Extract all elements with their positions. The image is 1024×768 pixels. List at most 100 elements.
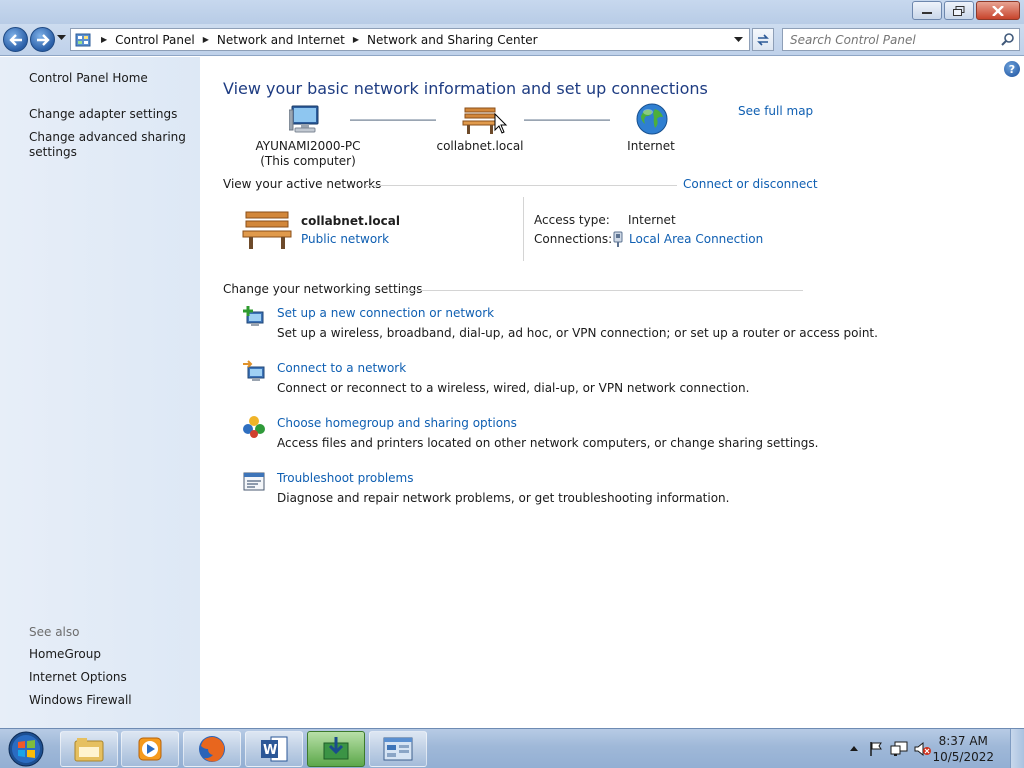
mouse-cursor-icon <box>494 113 508 134</box>
clock-time: 8:37 AM <box>938 734 988 748</box>
search-icon[interactable] <box>1001 32 1015 46</box>
network-tray-icon[interactable] <box>890 741 908 757</box>
sidebar-windows-firewall[interactable]: Windows Firewall <box>29 693 132 708</box>
back-arrow-icon <box>8 33 22 46</box>
svg-text:W: W <box>263 743 277 758</box>
back-button[interactable] <box>3 27 28 52</box>
vertical-divider <box>523 197 524 261</box>
window-controls <box>912 1 1020 20</box>
breadcrumb-separator-icon[interactable]: ▶ <box>203 35 209 44</box>
connect-or-disconnect-link[interactable]: Connect or disconnect <box>683 177 818 191</box>
show-hidden-icons-icon[interactable] <box>850 745 858 751</box>
connections-label: Connections: <box>534 232 613 246</box>
setup-new-connection-link[interactable]: Set up a new connection or network <box>277 306 494 320</box>
local-area-connection-link[interactable]: Local Area Connection <box>629 232 763 246</box>
sidebar-homegroup[interactable]: HomeGroup <box>29 647 101 662</box>
sidebar-change-adapter-settings[interactable]: Change adapter settings <box>29 107 177 122</box>
map-computer-label: AYUNAMI2000-PC (This computer) <box>248 139 368 169</box>
ethernet-icon <box>613 231 623 247</box>
title-bar <box>0 0 1024 24</box>
refresh-button[interactable] <box>752 28 774 51</box>
taskbar-network-app[interactable] <box>307 731 365 767</box>
taskbar: W 8:37 AM 10/5/2022 <box>0 728 1024 768</box>
volume-muted-icon[interactable] <box>914 741 932 757</box>
folder-icon <box>74 738 104 762</box>
action-center-flag-icon[interactable] <box>868 741 884 757</box>
map-network-label: collabnet.local <box>436 139 524 153</box>
taskbar-explorer[interactable] <box>60 731 118 767</box>
homegroup-sharing-link[interactable]: Choose homegroup and sharing options <box>277 416 517 430</box>
new-connection-icon <box>243 306 264 326</box>
clock[interactable]: 8:37 AM 10/5/2022 <box>932 733 994 765</box>
sidebar-internet-options[interactable]: Internet Options <box>29 670 127 685</box>
breadcrumb-network-and-sharing-center[interactable]: Network and Sharing Center <box>367 33 538 47</box>
help-icon[interactable]: ? <box>1004 61 1020 77</box>
access-type-value: Internet <box>628 213 676 227</box>
address-bar[interactable]: ▶ Control Panel ▶ Network and Internet ▶… <box>70 28 750 51</box>
access-type-label: Access type: <box>534 213 610 227</box>
map-connection-line <box>524 119 610 121</box>
computer-name: AYUNAMI2000-PC <box>255 139 361 153</box>
restore-icon <box>953 5 965 16</box>
park-bench-icon <box>242 211 292 249</box>
breadcrumb-control-panel[interactable]: Control Panel <box>115 33 195 47</box>
park-bench-icon[interactable] <box>462 105 498 135</box>
forward-arrow-icon <box>36 33 50 46</box>
sidebar: Control Panel Home Change adapter settin… <box>0 57 200 728</box>
sidebar-control-panel-home[interactable]: Control Panel Home <box>29 71 148 86</box>
troubleshoot-problems-link[interactable]: Troubleshoot problems <box>277 471 413 485</box>
section-divider <box>403 290 803 291</box>
recent-pages-dropdown-icon[interactable] <box>57 35 66 41</box>
close-icon <box>992 5 1004 16</box>
clock-date: 10/5/2022 <box>932 750 994 764</box>
close-button[interactable] <box>976 1 1020 20</box>
globe-icon[interactable] <box>636 103 668 135</box>
start-button[interactable] <box>4 730 48 768</box>
navigation-bar: ▶ Control Panel ▶ Network and Internet ▶… <box>0 24 1024 56</box>
download-network-icon <box>323 737 349 760</box>
search-input[interactable] <box>783 29 993 50</box>
active-network-name: collabnet.local <box>301 214 400 228</box>
connect-to-network-desc: Connect or reconnect to a wireless, wire… <box>277 381 750 395</box>
troubleshoot-problems-desc: Diagnose and repair network problems, or… <box>277 491 730 505</box>
forward-button[interactable] <box>30 27 55 52</box>
homegroup-sharing-desc: Access files and printers located on oth… <box>277 436 819 450</box>
restore-button[interactable] <box>944 1 974 20</box>
word-icon: W <box>261 736 288 762</box>
search-box[interactable] <box>782 28 1020 51</box>
computer-subtitle: (This computer) <box>260 154 356 168</box>
network-type-link[interactable]: Public network <box>301 232 389 246</box>
taskbar-control-panel[interactable] <box>369 731 427 767</box>
sidebar-change-advanced-sharing-settings[interactable]: Change advanced sharing settings <box>29 130 189 160</box>
control-panel-window-icon <box>383 737 413 761</box>
setup-new-connection-desc: Set up a wireless, broadband, dial-up, a… <box>277 326 878 340</box>
refresh-icon <box>757 33 769 46</box>
networking-settings-header: Change your networking settings <box>223 282 423 296</box>
see-also-label: See also <box>29 625 80 639</box>
minimize-icon <box>922 11 932 14</box>
connect-to-network-link[interactable]: Connect to a network <box>277 361 406 375</box>
section-divider <box>365 185 677 186</box>
taskbar-firefox[interactable] <box>183 731 241 767</box>
show-desktop-button[interactable] <box>1010 729 1024 768</box>
page-title: View your basic network information and … <box>223 79 708 98</box>
control-panel-icon <box>75 33 91 46</box>
windows-logo-icon <box>8 731 44 767</box>
address-dropdown-icon[interactable] <box>734 37 743 43</box>
minimize-button[interactable] <box>912 1 942 20</box>
active-networks-header: View your active networks <box>223 177 382 191</box>
breadcrumb-network-and-internet[interactable]: Network and Internet <box>217 33 345 47</box>
taskbar-word[interactable]: W <box>245 731 303 767</box>
see-full-map-link[interactable]: See full map <box>738 104 813 118</box>
breadcrumb-separator-icon[interactable]: ▶ <box>101 35 107 44</box>
computer-icon[interactable] <box>289 104 323 134</box>
map-internet-label: Internet <box>627 139 675 153</box>
homegroup-icon <box>243 416 265 438</box>
firefox-icon <box>199 736 225 762</box>
media-player-icon <box>138 737 162 761</box>
main-content: ? View your basic network information an… <box>200 57 1024 728</box>
connect-network-icon <box>243 360 265 381</box>
breadcrumb-separator-icon[interactable]: ▶ <box>353 35 359 44</box>
map-connection-line <box>350 119 436 121</box>
taskbar-media-player[interactable] <box>121 731 179 767</box>
